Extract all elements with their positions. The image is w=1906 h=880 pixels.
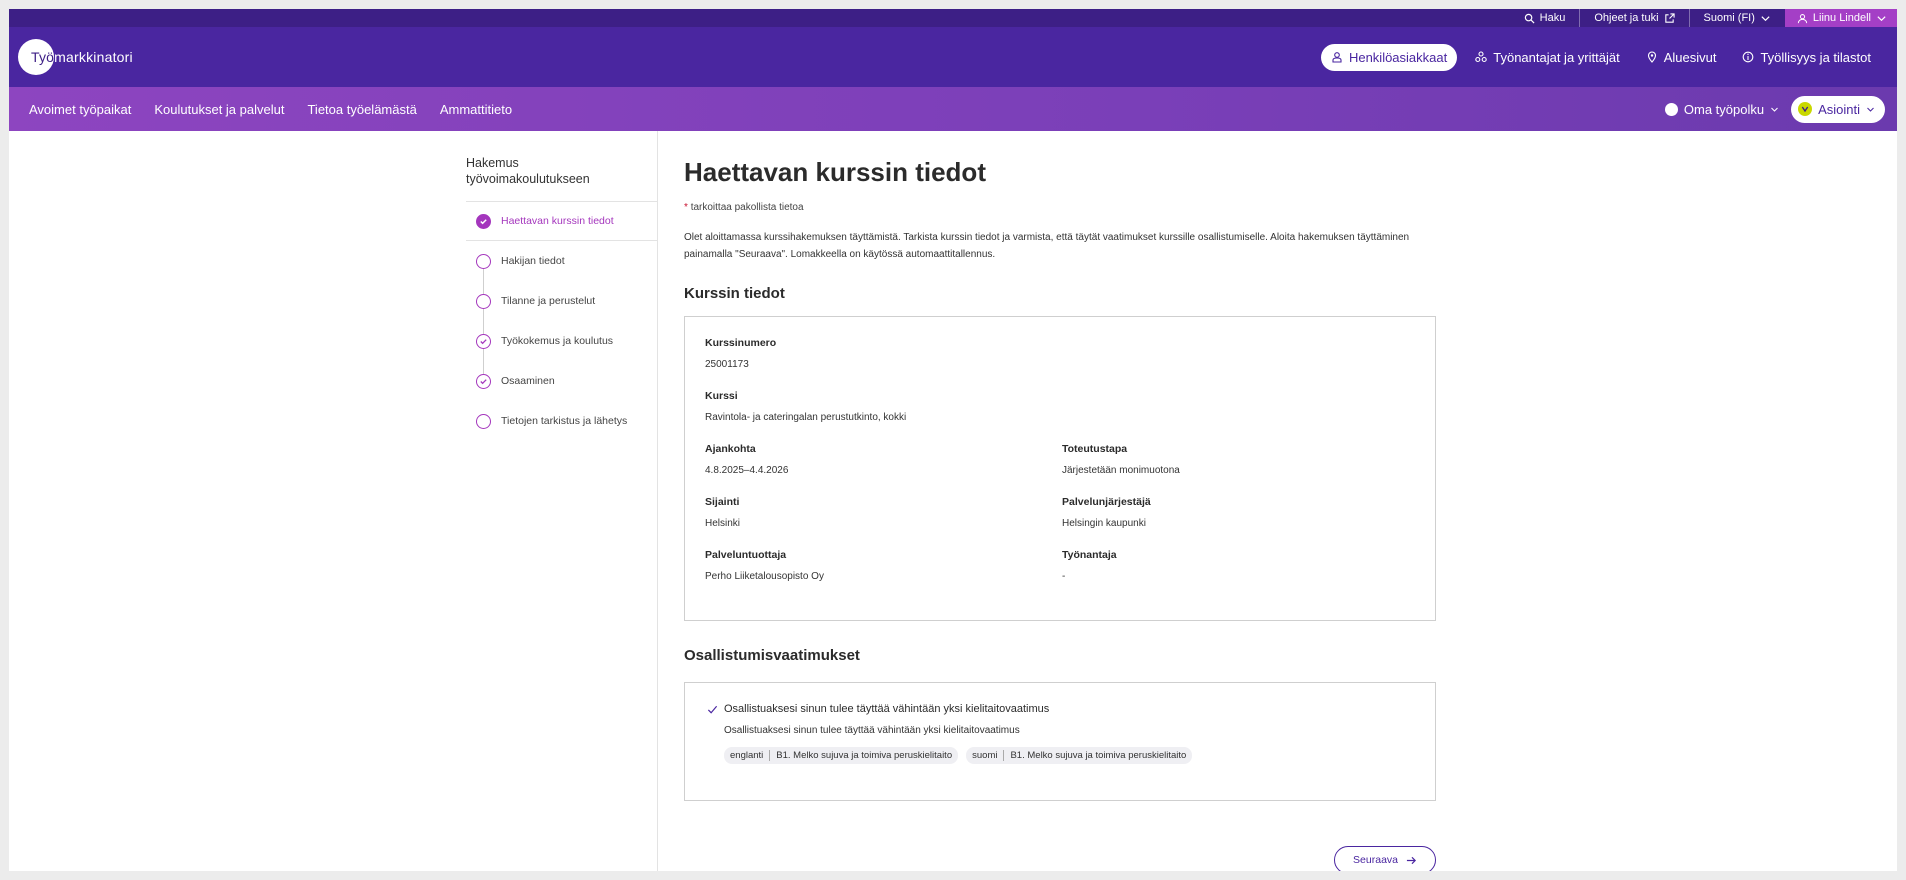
- course-number-field: Kurssinumero 25001173: [705, 337, 777, 370]
- help-label: Ohjeet ja tuki: [1594, 12, 1659, 24]
- app-frame: Haku Ohjeet ja tuki Suomi (FI) Liinu Lin…: [9, 9, 1897, 871]
- requirement-subtext: Osallistuaksesi sinun tulee täyttää vähi…: [724, 725, 1020, 736]
- sidebar-title: Hakemus työvoimakoulutukseen: [466, 156, 590, 186]
- user-icon: [1797, 13, 1808, 23]
- nav-tyonantajat[interactable]: Työnantajat ja yrittäjät: [1467, 44, 1627, 71]
- mainnav-item-tietoa[interactable]: Tietoa työelämästä: [307, 102, 416, 117]
- check-circle-icon: [476, 333, 491, 349]
- location-pin-icon: [1647, 51, 1656, 63]
- nav-henkiloasiakkaat[interactable]: Henkilöasiakkaat: [1320, 43, 1458, 71]
- step-tyokokemus-ja-koulutus[interactable]: Työkokemus ja koulutus: [466, 321, 657, 361]
- search-icon: [1524, 13, 1535, 24]
- requirement-heading: Osallistuaksesi sinun tulee täyttää vähi…: [707, 703, 1419, 715]
- course-organizer-field: Palvelunjärjestäjä Helsingin kaupunki: [1062, 496, 1151, 529]
- language-chips: englanti B1. Melko sujuva ja toimiva peru…: [724, 747, 1419, 764]
- utility-bar: Haku Ohjeet ja tuki Suomi (FI) Liinu Lin…: [9, 9, 1897, 27]
- asiointi-button[interactable]: Asiointi: [1791, 95, 1885, 123]
- help-link[interactable]: Ohjeet ja tuki: [1579, 9, 1688, 27]
- empty-circle-icon: [476, 253, 491, 269]
- site-header: Työmarkkinatori Henkilöasiakkaat Työnant…: [9, 27, 1897, 87]
- form-main: Haettavan kurssin tiedot * tarkoittaa pa…: [684, 131, 1436, 871]
- language-select[interactable]: Suomi (FI): [1688, 9, 1785, 27]
- course-info-card: Kurssinumero 25001173 Kurssi Ravintola- …: [684, 316, 1436, 621]
- search-link[interactable]: Haku: [1510, 9, 1580, 27]
- intro-text: Olet aloittamassa kurssihakemuksen täytt…: [684, 232, 1410, 260]
- main-nav: Avoimet työpaikat Koulutukset ja palvelu…: [9, 87, 1897, 131]
- empty-circle-icon: [476, 413, 491, 429]
- user-name: Liinu Lindell: [1812, 12, 1871, 24]
- chevron-down-icon: [1761, 15, 1770, 21]
- step-list: Haettavan kurssin tiedot Hakijan tiedot …: [466, 201, 657, 441]
- header-nav: Henkilöasiakkaat Työnantajat ja yrittäjä…: [1320, 43, 1879, 71]
- empty-circle-icon: [476, 293, 491, 309]
- oma-tyopolku-icon: [1664, 102, 1678, 116]
- step-tietojen-tarkistus[interactable]: Tietojen tarkistus ja lähetys: [466, 401, 657, 441]
- course-producer-field: Palveluntuottaja Perho Liiketalousopisto…: [705, 549, 824, 582]
- nav-tyollisyys[interactable]: Työllisyys ja tilastot: [1734, 44, 1879, 71]
- nav-label: Henkilöasiakkaat: [1348, 49, 1448, 65]
- language-label: Suomi (FI): [1703, 12, 1755, 24]
- requirements-card: Osallistuaksesi sinun tulee täyttää vähi…: [684, 682, 1436, 801]
- course-method-field: Toteutustapa Järjestetään monimuotona: [1062, 443, 1180, 476]
- check-circle-icon: [476, 213, 491, 229]
- step-label: Työkokemus ja koulutus: [501, 335, 614, 347]
- step-hakijan-tiedot[interactable]: Hakijan tiedot: [466, 241, 657, 281]
- user-menu[interactable]: Liinu Lindell: [1784, 9, 1897, 27]
- search-label: Haku: [1539, 12, 1566, 24]
- step-osaaminen[interactable]: Osaaminen: [466, 361, 657, 401]
- page-title: Haettavan kurssin tiedot: [684, 157, 986, 187]
- step-tilanne-ja-perustelut[interactable]: Tilanne ja perustelut: [466, 281, 657, 321]
- chevron-down-icon: [1867, 107, 1874, 112]
- chevron-down-icon: [1771, 107, 1778, 112]
- mainnav-item-ammattitieto[interactable]: Ammattitieto: [440, 102, 512, 117]
- arrow-right-icon: [1406, 856, 1417, 864]
- asiointi-label: Asiointi: [1818, 101, 1860, 117]
- step-haettavan-kurssin-tiedot[interactable]: Haettavan kurssin tiedot: [466, 201, 657, 241]
- info-icon: [1743, 51, 1754, 63]
- next-button[interactable]: Seuraava: [1334, 846, 1436, 871]
- course-name-field: Kurssi Ravintola- ja catering­alan perus…: [705, 390, 907, 423]
- logo-text: Työmarkkinatori: [31, 49, 133, 65]
- step-label: Haettavan kurssin tiedot: [501, 215, 614, 227]
- oma-tyopolku-label: Oma työpolku: [1683, 101, 1765, 117]
- nav-label: Työnantajat ja yrittäjät: [1493, 49, 1620, 65]
- required-note: * tarkoittaa pakollista tietoa: [684, 202, 804, 213]
- mainnav-item-avoimet[interactable]: Avoimet työpaikat: [29, 102, 131, 117]
- external-link-icon: [1664, 12, 1675, 23]
- form-steps-sidebar: Hakemus työvoimakoulutukseen Haettavan k…: [466, 131, 658, 871]
- language-chip: suomi B1. Melko sujuva ja toimiva peruski…: [966, 747, 1193, 764]
- mainnav-item-koulutukset[interactable]: Koulutukset ja palvelut: [154, 102, 284, 117]
- group-icon: [1475, 51, 1487, 63]
- step-label: Tietojen tarkistus ja lähetys: [501, 415, 628, 427]
- nav-label: Työllisyys ja tilastot: [1760, 49, 1871, 65]
- course-employer-field: Työnantaja -: [1062, 549, 1117, 582]
- check-circle-icon: [476, 373, 491, 389]
- step-label: Tilanne ja perustelut: [501, 295, 596, 307]
- language-chip: englanti B1. Melko sujuva ja toimiva peru…: [724, 747, 959, 764]
- chevron-down-icon: [1877, 15, 1886, 21]
- step-label: Hakijan tiedot: [501, 255, 565, 267]
- step-label: Osaaminen: [501, 375, 555, 387]
- course-section-title: Kurssin tiedot: [684, 285, 785, 302]
- requirements-section-title: Osallistumisvaatimukset: [684, 647, 860, 664]
- course-time-field: Ajankohta 4.8.2025–4.4.2026: [705, 443, 789, 476]
- check-icon: [707, 705, 718, 714]
- oma-tyopolku-menu[interactable]: Oma työpolku: [1664, 101, 1779, 117]
- nav-label: Aluesivut: [1663, 49, 1717, 65]
- asiointi-icon: [1798, 102, 1813, 116]
- site-logo[interactable]: Työmarkkinatori: [18, 27, 133, 87]
- content-area: Hakemus työvoimakoulutukseen Haettavan k…: [9, 131, 1897, 871]
- nav-aluesivut[interactable]: Aluesivut: [1638, 44, 1725, 71]
- step-connector: [483, 263, 484, 381]
- course-location-field: Sijainti Helsinki: [705, 496, 741, 529]
- person-icon: [1332, 52, 1342, 63]
